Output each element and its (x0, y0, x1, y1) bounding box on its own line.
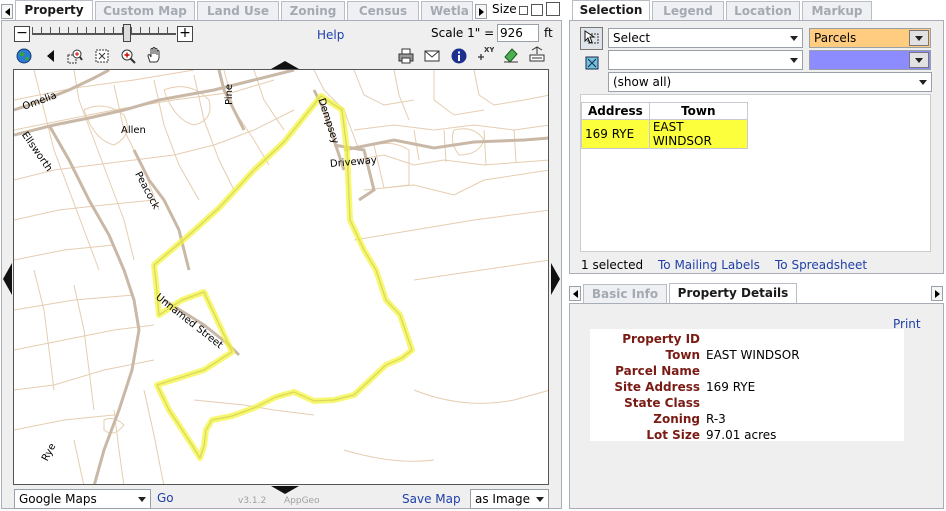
xy-coordinates-icon[interactable]: XY (476, 45, 494, 63)
property-row-id: Property ID (622, 332, 700, 346)
property-row-parcel-name: Parcel Name (615, 364, 700, 378)
selection-results-area: Address Town 169 RYE EAST WINDSOR (580, 94, 931, 252)
basemap-go-link[interactable]: Go (157, 491, 174, 505)
zoom-box-icon[interactable] (93, 47, 111, 65)
zoom-slider-ticks (32, 27, 176, 33)
tab-zoning[interactable]: Zoning (281, 1, 345, 20)
basemap-select[interactable]: Google Maps (14, 489, 151, 509)
tab-custom-map[interactable]: Custom Map (95, 1, 195, 20)
target-layer-icon[interactable] (584, 55, 600, 71)
tab-selection[interactable]: Selection (572, 0, 650, 20)
street-label-pine: Pine (224, 83, 235, 105)
version-label: v3.1.2 (238, 496, 267, 506)
identify-info-icon[interactable] (450, 47, 468, 65)
map-view[interactable]: Omelia Ellsworth Allen Pine Dempsey Driv… (13, 69, 549, 485)
tab-location[interactable]: Location (726, 1, 800, 20)
detail-tabs-scroll-right-button[interactable] (931, 286, 943, 301)
tab-census[interactable]: Census (347, 1, 419, 20)
scale-input[interactable]: 926 (497, 24, 539, 42)
selection-count: 1 selected (581, 258, 644, 272)
scale-label: Scale 1" = (431, 26, 495, 40)
property-row-site-address: Site Address 169 RYE (614, 380, 756, 394)
pan-south-button[interactable] (271, 486, 299, 494)
tabs-scroll-right-button[interactable] (475, 4, 487, 19)
pan-hand-icon[interactable] (145, 46, 163, 64)
property-row-state-class: State Class (624, 396, 700, 410)
layer-dropdown-button[interactable] (909, 30, 929, 46)
email-icon[interactable] (423, 47, 441, 65)
full-extent-globe-icon[interactable] (15, 47, 33, 65)
tab-wetlands[interactable]: Wetla (421, 1, 473, 20)
pan-north-button[interactable] (271, 61, 299, 69)
tab-property[interactable]: Property (15, 0, 93, 20)
cell-address[interactable]: 169 RYE (581, 119, 650, 149)
size-label: Size (492, 2, 517, 16)
help-link[interactable]: Help (317, 28, 344, 42)
property-row-town: Town EAST WINDSOR (665, 348, 800, 362)
pan-east-button[interactable] (551, 263, 560, 295)
print-icon[interactable] (397, 47, 415, 65)
pan-west-button[interactable] (3, 263, 12, 295)
tab-land-use[interactable]: Land Use (197, 1, 279, 20)
pointer-select-icon (584, 30, 599, 44)
column-header-town[interactable]: Town (648, 102, 748, 120)
tab-basic-info[interactable]: Basic Info (583, 284, 667, 303)
selection-action-select[interactable]: Select (608, 28, 803, 48)
target-layer-select[interactable] (809, 50, 931, 70)
zoom-slider-thumb[interactable] (123, 24, 131, 42)
street-label-allen: Allen (121, 125, 146, 136)
map-tips-icon[interactable] (528, 46, 546, 64)
zoom-in-tool-icon[interactable] (119, 47, 137, 65)
cell-town[interactable]: EAST WINDSOR (648, 119, 748, 149)
size-large-checkbox[interactable] (546, 2, 560, 16)
tab-markup[interactable]: Markup (802, 1, 872, 20)
zoom-out-button[interactable]: − (14, 26, 30, 42)
target-action-select[interactable] (608, 50, 803, 70)
save-format-select[interactable]: as Image (470, 489, 549, 509)
size-medium-checkbox[interactable] (531, 4, 543, 16)
tabs-scroll-left-button[interactable] (1, 4, 13, 19)
column-header-address[interactable]: Address (581, 102, 650, 120)
zoom-slider-track[interactable] (32, 33, 176, 35)
selection-table: Address Town 169 RYE EAST WINDSOR (581, 102, 748, 149)
table-row[interactable]: 169 RYE EAST WINDSOR (581, 119, 748, 149)
property-row-zoning: Zoning R-3 (653, 412, 726, 426)
previous-extent-icon[interactable] (42, 47, 60, 65)
tab-legend[interactable]: Legend (652, 1, 724, 20)
to-spreadsheet-link[interactable]: To Spreadsheet (775, 258, 867, 272)
filter-select[interactable]: (show all) (608, 72, 932, 92)
map-canvas[interactable] (14, 70, 549, 485)
clear-eraser-icon[interactable] (502, 46, 520, 64)
scale-unit: ft (544, 26, 553, 40)
zoom-to-selection-icon[interactable] (66, 47, 84, 65)
to-mailing-labels-link[interactable]: To Mailing Labels (658, 258, 760, 272)
selection-layer-select[interactable]: Parcels (809, 28, 931, 48)
size-small-checkbox[interactable] (519, 6, 528, 15)
detail-tabs-scroll-left-button[interactable] (569, 286, 581, 301)
svg-text:XY: XY (484, 46, 494, 54)
save-map-link[interactable]: Save Map (402, 492, 461, 506)
brand-label: AppGeo (284, 496, 320, 506)
target-layer-dropdown-button[interactable] (909, 52, 929, 68)
select-tool-button[interactable] (580, 27, 603, 50)
tab-property-details[interactable]: Property Details (669, 283, 797, 303)
property-details-table: Property ID Town EAST WINDSOR Parcel Name… (590, 329, 904, 442)
zoom-in-button[interactable]: + (177, 26, 193, 42)
property-row-lot-size: Lot Size 97.01 acres (646, 428, 777, 442)
